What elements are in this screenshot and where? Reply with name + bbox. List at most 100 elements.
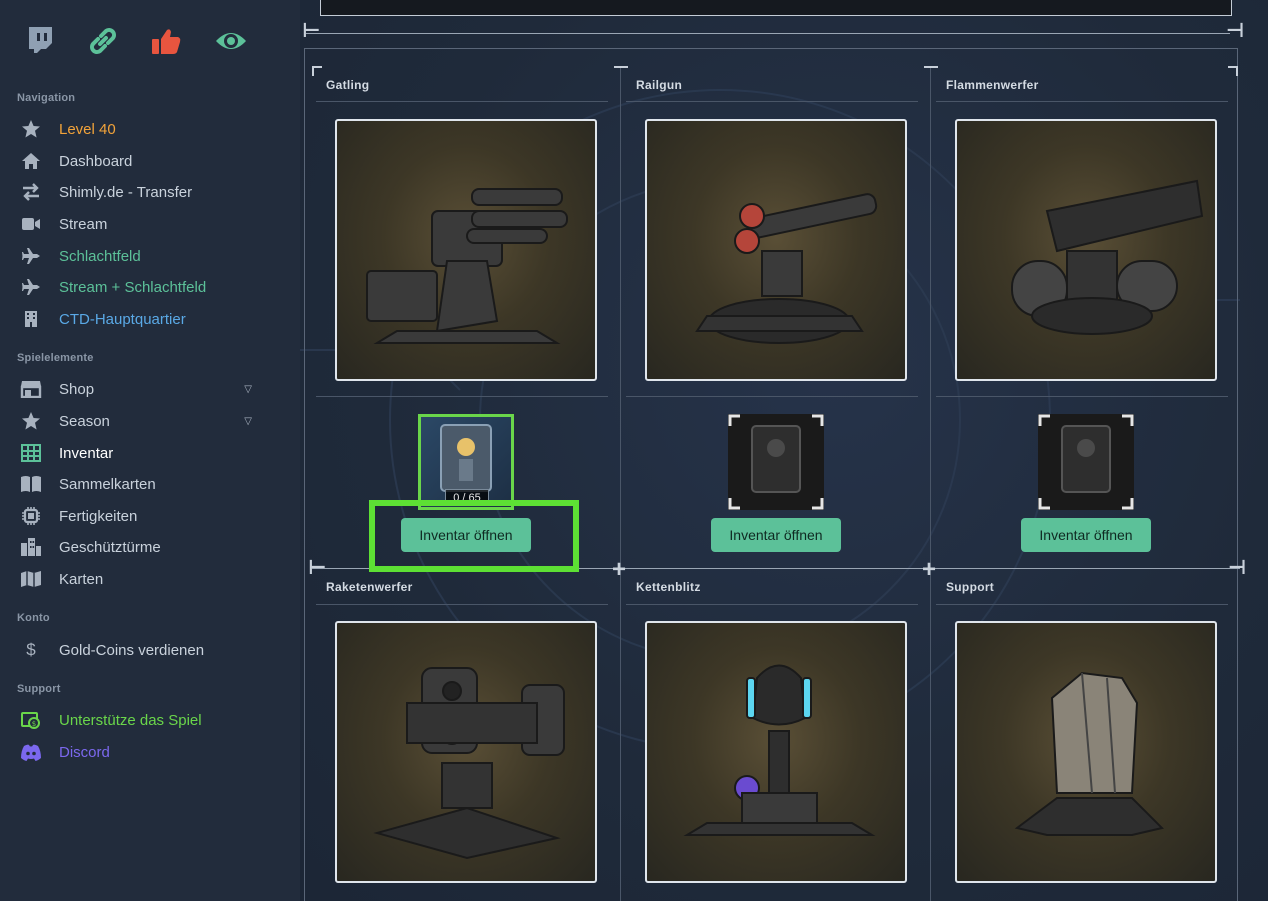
sidebar-item-label: Dashboard	[59, 152, 133, 170]
tower-card-support: Support	[936, 570, 1232, 901]
home-icon	[20, 150, 42, 172]
title-underline	[316, 604, 608, 605]
tower-card-raketenwerfer: Raketenwerfer	[316, 570, 612, 901]
sidebar-item-inventar[interactable]: Inventar	[20, 440, 260, 466]
star-icon	[20, 118, 42, 140]
tower-card-railgun: Railgun Inventar öffnen	[626, 68, 922, 568]
sidebar: Navigation Level 40 Dashboard Shimly.de …	[0, 0, 300, 901]
sidebar-item-transfer[interactable]: Shimly.de - Transfer	[20, 179, 260, 205]
tower-title: Raketenwerfer	[326, 580, 413, 594]
open-inventory-button-gatling[interactable]: Inventar öffnen	[401, 518, 531, 552]
thumbs-up-icon[interactable]	[150, 26, 182, 58]
sidebar-item-level[interactable]: Level 40	[20, 116, 260, 142]
frame-cross: +	[922, 556, 937, 583]
map-icon	[20, 568, 42, 590]
title-underline	[316, 101, 608, 102]
sidebar-item-label: CTD-Hauptquartier	[59, 310, 186, 328]
tower-image-kettenblitz[interactable]	[645, 621, 907, 883]
sidebar-item-label: Shimly.de - Transfer	[59, 183, 193, 201]
title-underline	[626, 604, 918, 605]
sidebar-item-label: Discord	[59, 743, 110, 761]
chevron-down-icon[interactable]: ▽	[244, 416, 252, 427]
video-camera-icon	[20, 213, 42, 235]
inventory-slot-gatling[interactable]: 0 / 65	[418, 414, 514, 510]
column-divider	[620, 68, 621, 901]
twitch-icon[interactable]	[26, 26, 58, 58]
previous-panel-bottom	[320, 0, 1232, 16]
sidebar-item-label: Sammelkarten	[59, 475, 156, 493]
sidebar-item-season[interactable]: Season ▽	[20, 408, 260, 434]
sidebar-item-gold-coins[interactable]: $ Gold-Coins verdienen	[20, 637, 260, 663]
open-inventory-button-flammenwerfer[interactable]: Inventar öffnen	[1021, 518, 1151, 552]
section-divider	[316, 396, 608, 397]
tower-image-gatling[interactable]	[335, 119, 597, 381]
sidebar-item-label: Season	[59, 412, 110, 430]
sidebar-item-fertigkeiten[interactable]: Fertigkeiten	[20, 503, 260, 529]
sidebar-item-label: Shop	[59, 380, 95, 398]
plane-icon	[20, 276, 42, 298]
inventory-slot-railgun[interactable]	[728, 414, 824, 510]
sidebar-item-label: Stream	[59, 215, 108, 233]
tower-image-railgun[interactable]	[645, 119, 907, 381]
sidebar-item-hauptquartier[interactable]: CTD-Hauptquartier	[20, 306, 260, 332]
link-icon[interactable]	[86, 26, 118, 58]
section-divider	[936, 396, 1228, 397]
sidebar-item-dashboard[interactable]: Dashboard	[20, 148, 260, 174]
sidebar-item-label: Karten	[59, 570, 104, 588]
book-open-icon	[20, 473, 42, 495]
tower-image-raketenwerfer[interactable]	[335, 621, 597, 883]
chip-icon	[20, 505, 42, 527]
sidebar-item-schlachtfeld[interactable]: Schlachtfeld	[20, 243, 260, 269]
chevron-down-icon[interactable]: ▽	[244, 384, 252, 395]
sidebar-item-stream-schlachtfeld[interactable]: Stream + Schlachtfeld	[20, 274, 260, 300]
tower-title: Kettenblitz	[636, 580, 701, 594]
sidebar-item-label: Fertigkeiten	[59, 507, 138, 525]
title-underline	[936, 101, 1228, 102]
sidebar-item-label: Stream + Schlachtfeld	[59, 278, 207, 296]
grid-icon	[20, 442, 42, 464]
section-support: Support	[17, 683, 61, 695]
discord-icon	[20, 741, 42, 763]
tower-title: Flammenwerfer	[946, 78, 1039, 92]
tower-title: Railgun	[636, 78, 683, 92]
sidebar-item-unterstuetze[interactable]: $ Unterstütze das Spiel	[20, 707, 260, 733]
sidebar-item-label: Gold-Coins verdienen	[59, 641, 205, 659]
city-icon	[20, 536, 42, 558]
sidebar-item-shop[interactable]: Shop ▽	[20, 376, 260, 402]
frame-divider	[306, 33, 1230, 34]
support-money-icon: $	[20, 709, 42, 731]
section-spielelemente: Spielelemente	[17, 352, 94, 364]
inventory-slot-flammenwerfer[interactable]	[1038, 414, 1134, 510]
sidebar-item-label: Schlachtfeld	[59, 247, 141, 265]
tower-title: Support	[946, 580, 995, 594]
dollar-icon: $	[26, 640, 36, 659]
section-divider	[626, 396, 918, 397]
sidebar-item-sammelkarten[interactable]: Sammelkarten	[20, 471, 260, 497]
tower-title: Gatling	[326, 78, 370, 92]
section-konto: Konto	[17, 612, 50, 624]
frame-cross: +	[612, 556, 627, 583]
sidebar-item-discord[interactable]: Discord	[20, 739, 260, 765]
plane-icon	[20, 245, 42, 267]
sidebar-item-stream[interactable]: Stream	[20, 211, 260, 237]
sidebar-item-label: Inventar	[59, 444, 114, 462]
sidebar-item-label: Unterstütze das Spiel	[59, 711, 202, 729]
star-icon	[20, 410, 42, 432]
section-navigation: Navigation	[17, 92, 76, 104]
tower-image-flammenwerfer[interactable]	[955, 119, 1217, 381]
tower-card-gatling: Gatling 0 / 65 Inventar öffnen	[316, 68, 612, 572]
frame-corner: ⊢	[302, 20, 321, 42]
open-inventory-button-railgun[interactable]: Inventar öffnen	[711, 518, 841, 552]
sidebar-item-label: Level 40	[59, 120, 116, 138]
tower-image-support[interactable]	[955, 621, 1217, 883]
title-underline	[626, 101, 918, 102]
eye-icon[interactable]	[214, 26, 246, 58]
inventory-main: ⊢ ⊣ ⊢ + + ⊣ Gatling 0 / 65 Inventar öffn…	[300, 0, 1268, 901]
building-icon	[20, 308, 42, 330]
frame-corner: ⊣	[1226, 20, 1245, 42]
sidebar-item-karten[interactable]: Karten	[20, 566, 260, 592]
store-icon	[20, 378, 42, 400]
tower-card-flammenwerfer: Flammenwerfer Inventar öffnen	[936, 68, 1232, 568]
column-divider	[930, 68, 931, 901]
sidebar-item-geschuetztuerme[interactable]: Geschütztürme	[20, 534, 260, 560]
